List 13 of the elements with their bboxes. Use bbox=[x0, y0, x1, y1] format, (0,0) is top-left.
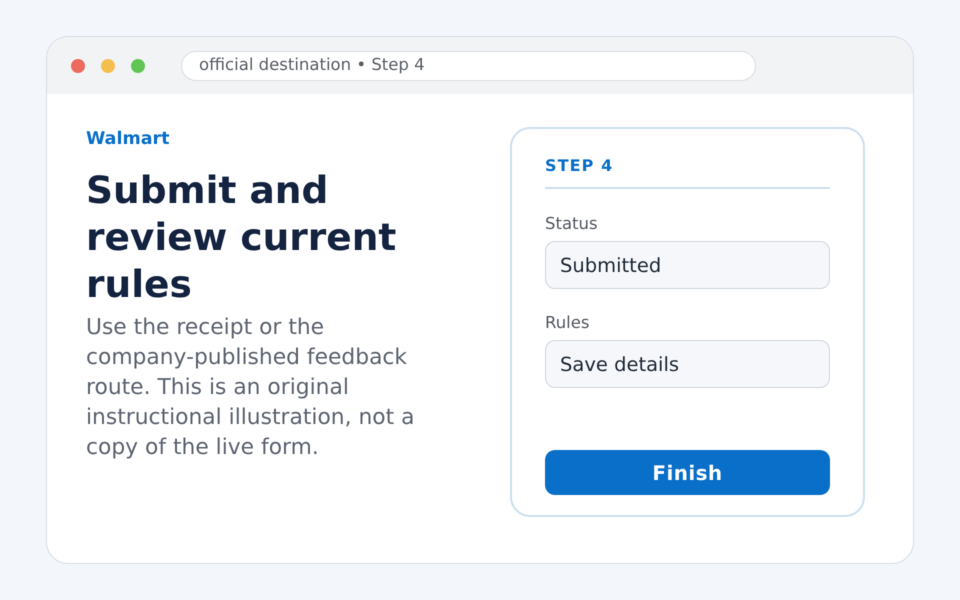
field-label: Rules bbox=[545, 313, 590, 333]
input-field[interactable]: Save details bbox=[545, 340, 830, 388]
window-maximize-icon[interactable] bbox=[131, 58, 145, 72]
step-label: STEP 4 bbox=[545, 155, 614, 177]
page-heading: Submit and review current rules bbox=[86, 167, 398, 308]
brand-name: Walmart bbox=[86, 129, 170, 149]
window-close-icon[interactable] bbox=[71, 58, 85, 72]
window-minimize-icon[interactable] bbox=[101, 58, 115, 72]
finish-button[interactable]: Finish bbox=[545, 450, 830, 495]
description-text: Use the receipt or the company-published feedback route. This is an original instructional illustration, not a copy of the live form. bbox=[86, 314, 416, 462]
field-label: Status bbox=[545, 214, 598, 234]
address-bar[interactable]: official destination • Step 4 bbox=[181, 50, 756, 80]
input-field[interactable]: Submitted bbox=[545, 241, 830, 289]
